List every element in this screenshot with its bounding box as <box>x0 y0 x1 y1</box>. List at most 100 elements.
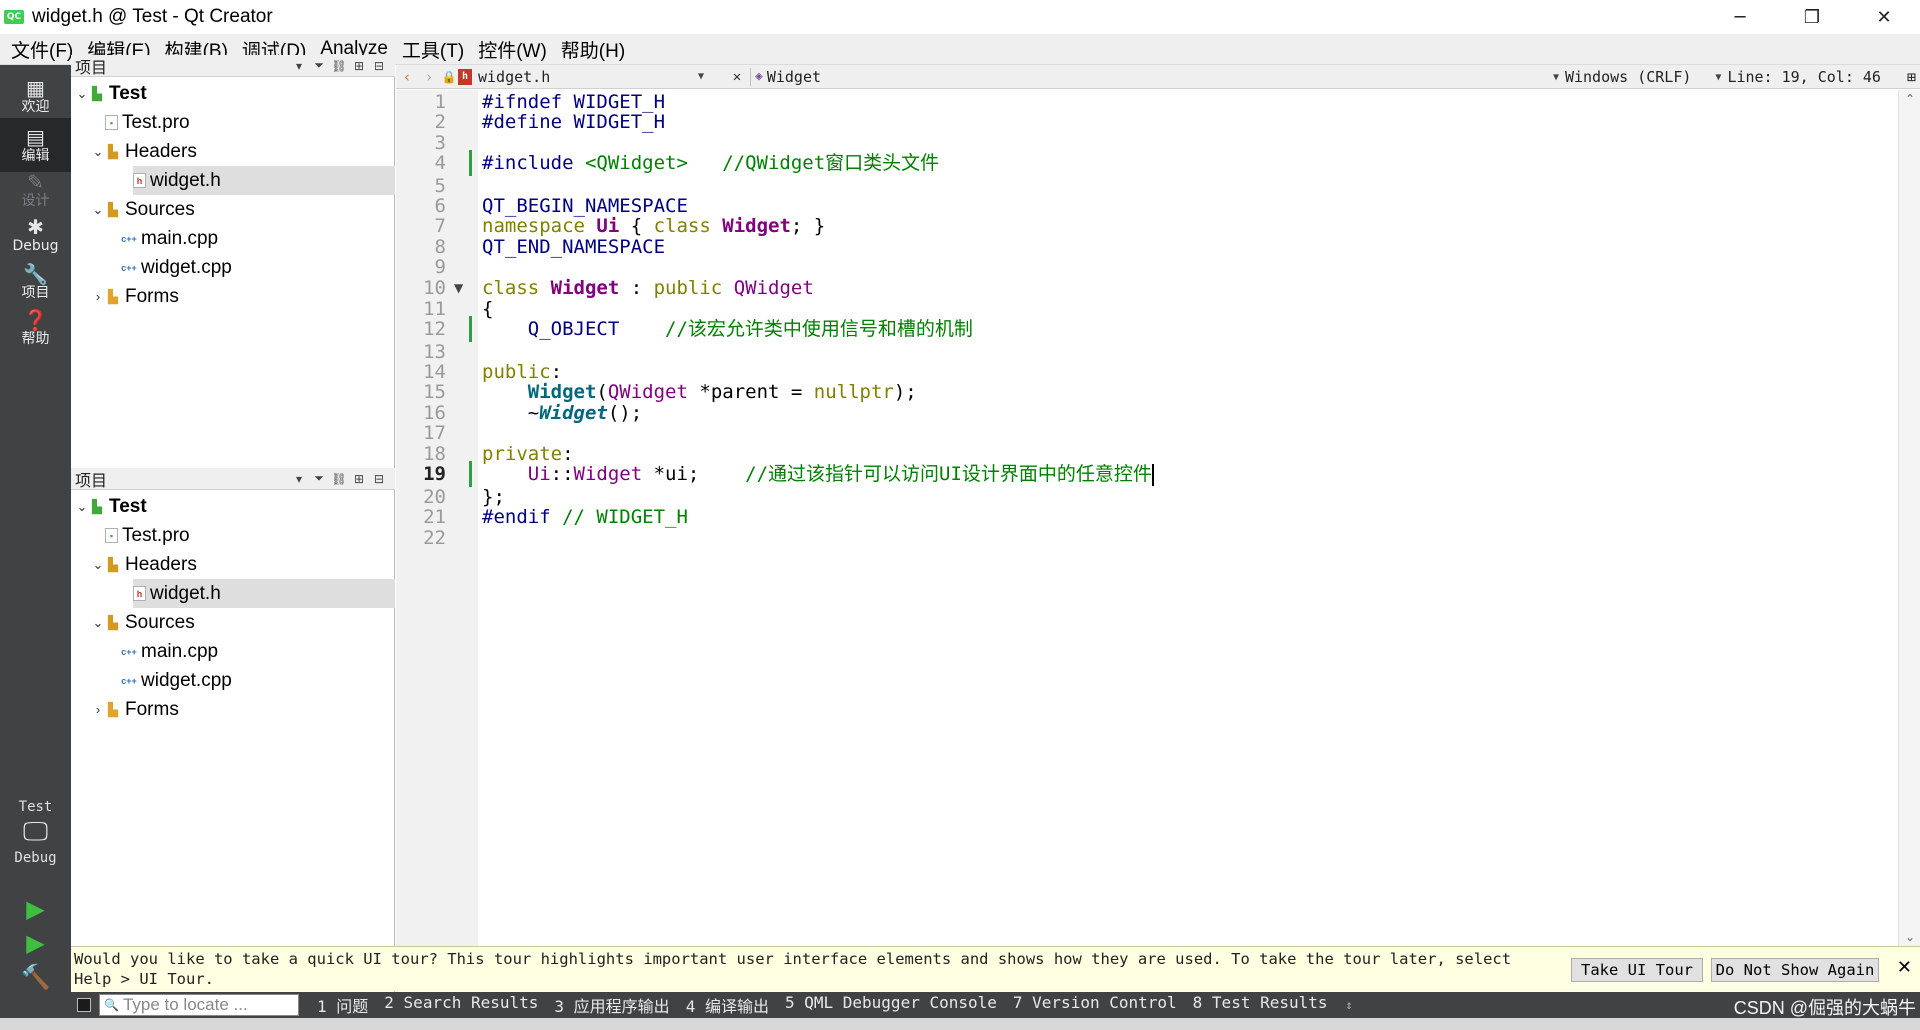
expand-arrows-icon[interactable]: ⇕ <box>1346 998 1353 1012</box>
split-icon[interactable]: ⊞ <box>349 472 369 486</box>
grid-icon: ▦ <box>26 75 45 100</box>
chevron-down-icon[interactable]: ⌄ <box>75 499 89 515</box>
open-documents-combo[interactable]: h widget.h ▼ <box>458 68 728 86</box>
project-pane: 项目 ▾ ⏷ ⛓ ⊞ ⊟ ⌄ ▙ Test ▪ Test.pro ⌄ ▙ Headers h widget.h… <box>71 55 395 1020</box>
tree-item[interactable]: ▪ Test.pro <box>71 521 395 550</box>
tree-item[interactable]: c++ widget.cpp <box>71 666 395 695</box>
output-tab[interactable]: 3 应用程序输出 <box>554 993 669 1017</box>
take-ui-tour-button[interactable]: Take UI Tour <box>1571 958 1703 982</box>
qt-creator-logo-icon: QC <box>4 10 24 24</box>
tree-item[interactable]: › ▙ Forms <box>71 282 395 311</box>
close-window-button[interactable]: ✕ <box>1848 0 1920 34</box>
run-button[interactable]: ▶ <box>0 891 71 927</box>
do-not-show-again-button[interactable]: Do Not Show Again <box>1711 958 1879 982</box>
code-line: QT_END_NAMESPACE <box>482 235 665 259</box>
code-token: :: <box>550 463 574 485</box>
menu-item[interactable]: 控件(W) <box>471 36 554 63</box>
tree-item[interactable]: h widget.h <box>133 579 395 608</box>
chevron-down-icon[interactable]: ⌄ <box>91 202 105 218</box>
code-token: namespace <box>482 215 597 237</box>
project-tree: ⌄ ▙ Test ▪ Test.pro ⌄ ▙ Headers h widget.h ⌄ ▙ Sourc… <box>71 492 395 724</box>
header-file-icon: h <box>458 68 472 85</box>
debug-run-button[interactable]: ▶ <box>0 925 71 961</box>
chevron-down-icon[interactable]: ⌄ <box>91 557 105 573</box>
chevron-down-icon[interactable]: ⌄ <box>91 144 105 160</box>
output-tab[interactable]: 1 问题 <box>317 993 368 1017</box>
chevron-down-icon[interactable]: ⌄ <box>91 615 105 631</box>
output-tab[interactable]: 8 Test Results <box>1193 993 1328 1017</box>
close-document-button[interactable]: ✕ <box>728 69 746 85</box>
hammer-icon: 🔨 <box>20 963 51 991</box>
mode-grid[interactable]: ▦ 欢迎 <box>0 69 71 123</box>
tree-item[interactable]: c++ main.cpp <box>71 637 395 666</box>
output-tab[interactable]: 5 QML Debugger Console <box>785 993 997 1017</box>
tree-item[interactable]: c++ widget.cpp <box>71 253 395 282</box>
folder-icon: ▙ <box>108 143 118 159</box>
chevron-right-icon[interactable]: › <box>91 289 105 304</box>
tree-item[interactable]: ⌄ ▙ Headers <box>71 137 395 166</box>
tree-item[interactable]: ⌄ ▙ Sources <box>71 195 395 224</box>
tree-item[interactable]: › ▙ Forms <box>71 695 395 724</box>
filter-icon[interactable]: ⏷ <box>309 58 329 73</box>
search-icon: 🔍 <box>104 998 119 1012</box>
tree-item[interactable]: ▪ Test.pro <box>71 108 395 137</box>
output-tab[interactable]: 4 编译输出 <box>686 993 769 1017</box>
view-dropdown-icon[interactable]: ▾ <box>289 59 309 73</box>
vertical-scrollbar[interactable]: ⌃ ⌄ <box>1898 90 1920 946</box>
symbol-combo[interactable]: ◈ Widget <box>755 68 1505 86</box>
filter-icon[interactable]: ⏷ <box>309 471 329 486</box>
output-tab[interactable]: 2 Search Results <box>384 993 538 1017</box>
tree-item-label: Test.pro <box>122 524 190 546</box>
build-button[interactable]: 🔨 <box>0 959 71 995</box>
tree-item[interactable]: ⌄ ▙ Sources <box>71 608 395 637</box>
menu-item[interactable]: 工具(T) <box>395 36 471 63</box>
current-symbol: Widget <box>766 67 822 86</box>
project-pane-header: 项目 ▾ ⏷ ⛓ ⊞ ⊟ <box>71 468 395 490</box>
tree-item-label: main.cpp <box>141 227 219 249</box>
maximize-button[interactable]: ❐ <box>1776 0 1848 34</box>
project-pane-title[interactable]: 项目 <box>75 467 289 491</box>
forward-nav-icon[interactable]: › <box>418 68 440 86</box>
line-ending-selector[interactable]: Windows (CRLF) <box>1565 68 1691 86</box>
header-file-icon: h <box>133 173 146 188</box>
link-icon[interactable]: ⛓ <box>329 59 349 73</box>
scroll-up-icon[interactable]: ⌃ <box>1899 92 1920 106</box>
tree-item[interactable]: ⌄ ▙ Test <box>71 492 395 521</box>
scroll-down-icon[interactable]: ⌄ <box>1899 930 1920 944</box>
tree-item-label: Sources <box>125 611 195 633</box>
chevron-down-icon[interactable]: ⌄ <box>75 86 89 102</box>
tree-item[interactable]: c++ main.cpp <box>71 224 395 253</box>
locator-input[interactable]: 🔍 Type to locate ... <box>99 994 299 1016</box>
project-pane-title[interactable]: 项目 <box>75 54 289 78</box>
view-dropdown-icon[interactable]: ▾ <box>289 472 309 486</box>
minimize-button[interactable]: ─ <box>1704 0 1776 34</box>
toggle-sidebar-button[interactable] <box>77 998 91 1012</box>
split-editor-icon[interactable]: ⊞ <box>1907 68 1916 86</box>
code-token: ~ <box>482 402 540 424</box>
watermark-text: CSDN @倔强的大蜗牛 <box>1733 998 1916 1018</box>
design-pencil-icon: ✎ <box>27 169 44 194</box>
close-infobar-button[interactable]: ✕ <box>1897 957 1912 978</box>
lock-icon: 🔒 <box>441 69 457 84</box>
mode-help[interactable]: ❓ 帮助 <box>0 301 71 355</box>
back-nav-icon[interactable]: ‹ <box>396 68 418 86</box>
tree-item[interactable]: h widget.h <box>133 166 395 195</box>
split-icon[interactable]: ⊞ <box>349 59 369 73</box>
mode-bug[interactable]: ✱ Debug <box>0 208 71 262</box>
tree-item-label: Forms <box>125 698 179 720</box>
close-pane-icon[interactable]: ⊟ <box>369 59 389 73</box>
project-icon: ▙ <box>92 85 102 101</box>
ui-tour-infobar: Would you like to take a quick UI tour? … <box>71 946 1920 991</box>
menu-item[interactable]: 帮助(H) <box>554 36 632 63</box>
tree-item[interactable]: ⌄ ▙ Headers <box>71 550 395 579</box>
cursor-position[interactable]: Line: 19, Col: 46 <box>1727 68 1881 86</box>
code-editor[interactable]: #ifndef WIDGET_H #define WIDGET_H #include… <box>478 90 1898 946</box>
close-pane-icon[interactable]: ⊟ <box>369 472 389 486</box>
code-line: #endif // WIDGET_H <box>482 505 688 529</box>
chevron-right-icon[interactable]: › <box>91 702 105 717</box>
output-tab[interactable]: 7 Version Control <box>1013 993 1177 1017</box>
fold-arrow-icon[interactable]: ▼ <box>454 281 463 295</box>
tree-item[interactable]: ⌄ ▙ Test <box>71 79 395 108</box>
link-icon[interactable]: ⛓ <box>329 472 349 486</box>
menu-item[interactable]: 文件(F) <box>4 36 80 63</box>
